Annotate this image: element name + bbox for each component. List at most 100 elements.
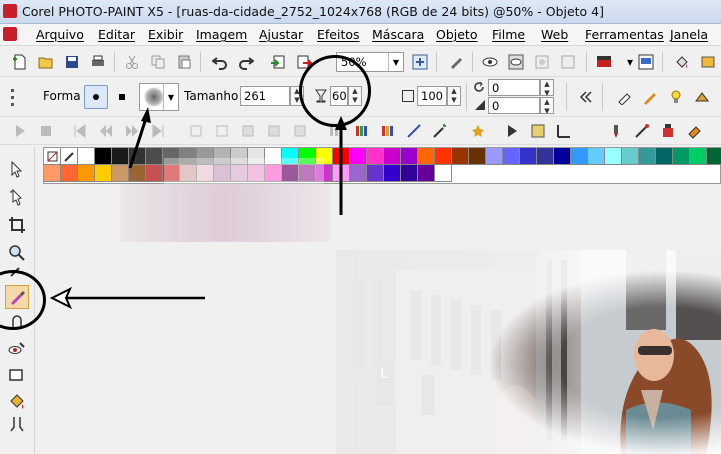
color-swatch[interactable] (622, 148, 639, 165)
mask-tool-icon[interactable] (5, 185, 29, 209)
color-balance-icon[interactable] (378, 121, 398, 141)
color-swatch[interactable] (367, 148, 384, 165)
color-swatch[interactable] (656, 148, 673, 165)
color-swatch[interactable] (588, 148, 605, 165)
histogram-icon[interactable] (352, 121, 372, 141)
last-frame-icon[interactable] (148, 121, 168, 141)
script-color-icon[interactable] (528, 121, 548, 141)
script-measure-icon[interactable] (554, 121, 574, 141)
tool-options-icon[interactable] (692, 87, 712, 107)
menu-arquivo[interactable]: Arquivo (36, 27, 84, 42)
mask-frame-icon[interactable] (290, 121, 310, 141)
print-icon[interactable] (88, 52, 108, 72)
menu-imagem[interactable]: Imagem (196, 27, 247, 42)
color-swatch[interactable] (418, 148, 435, 165)
play-icon[interactable] (10, 121, 30, 141)
distribute-icon[interactable] (212, 121, 232, 141)
save-icon[interactable] (62, 52, 82, 72)
menu-janela[interactable]: Janela (670, 27, 708, 42)
chevron-down-icon[interactable]: ▼ (388, 53, 403, 71)
menu-web[interactable]: Web (541, 27, 568, 42)
undo-icon[interactable] (210, 52, 230, 72)
color-swatch[interactable] (707, 148, 721, 165)
color-swatch[interactable] (469, 148, 486, 165)
color-replacer-icon[interactable] (658, 121, 678, 141)
round-nib-button[interactable] (84, 85, 108, 109)
pick-tool-icon[interactable] (5, 157, 29, 181)
menu-filme[interactable]: Filme (492, 27, 525, 42)
magic-wand-icon[interactable] (430, 121, 450, 141)
object-icon[interactable] (558, 52, 578, 72)
mask-icon[interactable] (532, 52, 552, 72)
color-swatch[interactable] (333, 148, 350, 165)
chevron-down-icon[interactable]: ▼ (163, 84, 178, 110)
color-swatch[interactable] (129, 165, 146, 182)
flatten-input[interactable]: 0 (488, 97, 540, 114)
fill-bucket-icon[interactable] (672, 52, 692, 72)
menu-objeto[interactable]: Objeto (436, 27, 478, 42)
color-swatch[interactable] (95, 165, 112, 182)
menu-exibir[interactable]: Exibir (148, 27, 183, 42)
next-frame-icon[interactable] (122, 121, 142, 141)
airbrush-icon[interactable] (632, 121, 652, 141)
import-icon[interactable] (268, 52, 288, 72)
brush-settings-icon[interactable] (446, 52, 466, 72)
color-swatch[interactable] (435, 165, 452, 182)
align-icon[interactable] (186, 121, 206, 141)
color-swatch[interactable] (112, 148, 129, 165)
color-swatch[interactable] (384, 148, 401, 165)
object-grid-icon[interactable] (238, 121, 258, 141)
menu-mascara[interactable]: Máscara (372, 27, 424, 42)
menu-ferramentas[interactable]: Ferramentas (585, 27, 664, 42)
color-options-icon[interactable] (698, 52, 718, 72)
stop-icon[interactable] (36, 121, 56, 141)
effects-browser-icon[interactable] (468, 121, 488, 141)
opacity-input[interactable]: 100 (417, 86, 447, 106)
color-swatch[interactable] (44, 165, 61, 182)
color-swatch[interactable] (350, 165, 367, 182)
size-input[interactable]: 261 (240, 86, 290, 106)
lightbulb-icon[interactable] (666, 87, 686, 107)
interactive-transparency-tool-icon[interactable] (5, 415, 29, 433)
color-swatch[interactable] (78, 165, 95, 182)
color-swatch[interactable] (452, 148, 469, 165)
tone-curve-icon[interactable] (404, 121, 424, 141)
color-swatch[interactable] (367, 165, 384, 182)
brush-stroke-icon[interactable] (640, 87, 660, 107)
color-swatch[interactable] (503, 148, 520, 165)
fill-tool-icon[interactable] (5, 389, 29, 413)
color-swatch[interactable] (112, 165, 129, 182)
rectangle-tool-icon[interactable] (5, 363, 29, 387)
document-icon[interactable] (3, 27, 17, 41)
color-swatch[interactable] (520, 148, 537, 165)
color-swatch[interactable] (401, 148, 418, 165)
color-swatch[interactable] (146, 165, 163, 182)
no-color-swatch[interactable] (44, 148, 61, 165)
redo-icon[interactable] (236, 52, 256, 72)
color-swatch[interactable] (401, 165, 418, 182)
first-frame-icon[interactable] (70, 121, 90, 141)
eyedropper-swatch-icon[interactable] (61, 148, 78, 165)
color-swatch[interactable] (78, 148, 95, 165)
eraser-icon[interactable] (684, 121, 704, 141)
flatten-stepper[interactable]: ▲ ▼ (540, 97, 554, 115)
color-swatch[interactable] (639, 148, 656, 165)
eraser-settings-icon[interactable] (614, 87, 634, 107)
color-swatch[interactable] (333, 165, 350, 182)
opacity-stepper[interactable]: ▲ ▼ (447, 86, 461, 106)
welcome-screen-icon[interactable] (636, 52, 656, 72)
open-folder-icon[interactable] (36, 52, 56, 72)
color-swatch[interactable] (146, 148, 163, 165)
image-canvas[interactable]: L (336, 250, 721, 454)
menu-editar[interactable]: Editar (98, 27, 135, 42)
color-swatch[interactable] (537, 148, 554, 165)
menu-efeitos[interactable]: Efeitos (317, 27, 360, 42)
color-swatch[interactable] (129, 148, 146, 165)
rotate-stepper[interactable]: ▲ ▼ (540, 79, 554, 97)
color-swatch[interactable] (554, 148, 571, 165)
grip-handle[interactable] (8, 87, 22, 107)
color-swatch[interactable] (95, 148, 112, 165)
color-swatch[interactable] (605, 148, 622, 165)
color-swatch[interactable] (486, 148, 503, 165)
menu-ajustar[interactable]: Ajustar (259, 27, 303, 42)
